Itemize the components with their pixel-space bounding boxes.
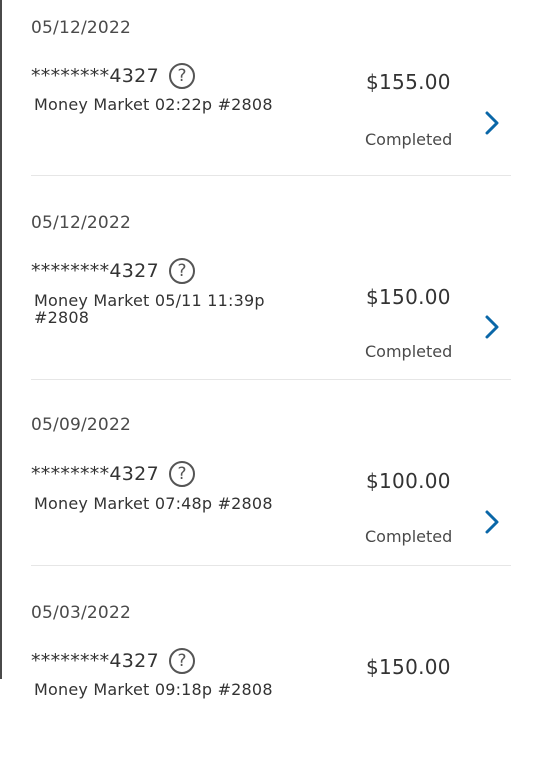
help-question-icon[interactable]: ? [168,648,195,674]
transaction-item[interactable]: 05/03/2022 ********4327 ? Money Market 0… [0,575,541,760]
help-question-icon[interactable]: ? [168,461,195,487]
transaction-status: Completed [365,527,453,546]
transaction-item[interactable]: 05/09/2022 ********4327 ? Money Market 0… [0,389,541,575]
transaction-status: Completed [365,342,453,361]
chevron-right-icon[interactable] [480,507,504,537]
transaction-amount: $150.00 [366,655,451,679]
transaction-amount: $100.00 [366,469,451,493]
account-row: ********4327 ? [31,63,195,89]
transaction-item[interactable]: 05/12/2022 ********4327 ? Money Market 0… [0,0,541,185]
account-row: ********4327 ? [31,258,195,284]
transaction-status: Completed [365,130,453,149]
transaction-description: Money Market 07:48p #2808 [34,494,273,513]
transaction-amount: $150.00 [366,285,451,309]
transaction-date: 05/12/2022 [31,213,131,233]
item-divider [31,175,511,176]
account-row: ********4327 ? [31,461,195,487]
masked-account-number: ********4327 [31,463,159,485]
account-row: ********4327 ? [31,648,195,674]
transaction-list: 05/12/2022 ********4327 ? Money Market 0… [0,0,541,760]
transaction-item[interactable]: 05/12/2022 ********4327 ? Money Market 0… [0,185,541,389]
transaction-date: 05/12/2022 [31,18,131,38]
item-divider [31,565,511,566]
transaction-date: 05/03/2022 [31,603,131,623]
masked-account-number: ********4327 [31,65,159,87]
help-question-icon[interactable]: ? [168,63,195,89]
transaction-description: Money Market 09:18p #2808 [34,680,273,699]
chevron-right-icon[interactable] [480,312,504,342]
help-question-icon[interactable]: ? [168,258,195,284]
chevron-right-icon[interactable] [480,108,504,138]
transaction-amount: $155.00 [366,70,451,94]
masked-account-number: ********4327 [31,650,159,672]
masked-account-number: ********4327 [31,260,159,282]
transaction-date: 05/09/2022 [31,415,131,435]
transaction-description: Money Market 02:22p #2808 [34,95,273,114]
item-divider [31,379,511,380]
transaction-description: Money Market 05/11 11:39p #2808 [34,291,265,327]
